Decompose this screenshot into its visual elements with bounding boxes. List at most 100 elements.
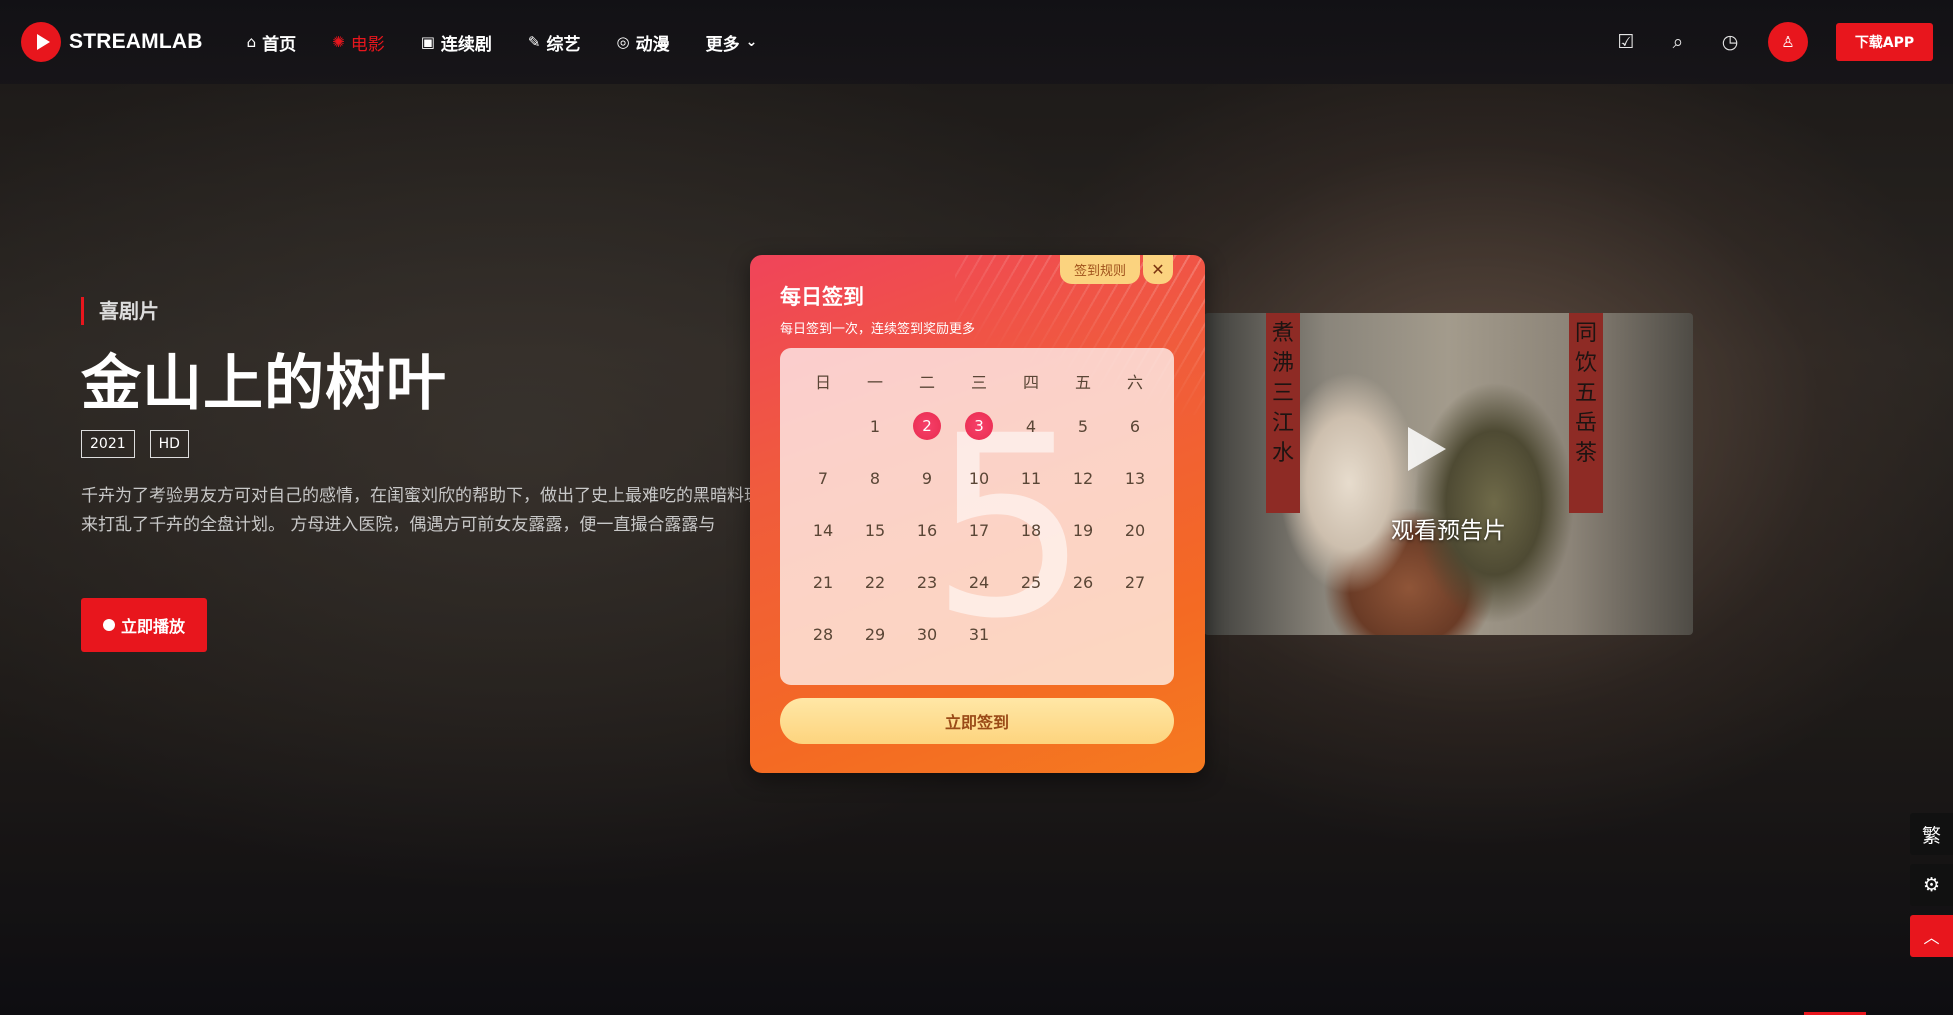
- history-icon[interactable]: ◷: [1704, 31, 1756, 53]
- header-tools: ☑ ⌕ ◷ ♙ 下载APP: [1600, 0, 1953, 84]
- calendar-day: 12: [1057, 469, 1109, 488]
- calendar-day-number: 28: [812, 624, 834, 644]
- play-now-button[interactable]: 立即播放: [81, 598, 207, 652]
- traditional-chinese-button[interactable]: 繁: [1910, 813, 1953, 855]
- weekday-label: 五: [1074, 373, 1091, 392]
- poster-banner-text: 煮沸三江水: [1271, 321, 1294, 466]
- calendar-day-number: 12: [1072, 468, 1094, 488]
- play-triangle-icon[interactable]: [1408, 427, 1446, 471]
- nav-item-more[interactable]: 更多 ⌄: [706, 30, 758, 55]
- calendar-day: 31: [953, 625, 1005, 644]
- pen-icon: ✎: [527, 33, 541, 51]
- modal-subtitle: 每日签到一次，连续签到奖励更多: [780, 322, 976, 337]
- calendar-day-number: 5: [1077, 416, 1089, 436]
- year-tag: 2021: [81, 430, 135, 458]
- film-reel-icon: ✺: [332, 33, 345, 51]
- calendar-day-number: 8: [869, 468, 881, 488]
- calendar-week-row: 7 8 9 10 11 12 13: [780, 452, 1174, 504]
- user-icon[interactable]: ♙: [1768, 22, 1808, 62]
- mascot-icon: ◎: [616, 33, 630, 51]
- calendar-day-signed: 3: [953, 412, 1005, 440]
- home-icon: ⌂: [246, 33, 257, 51]
- weekday-label: 日: [814, 373, 831, 392]
- calendar-day-number: 21: [812, 572, 834, 592]
- calendar-day: 26: [1057, 573, 1109, 592]
- calendar-day: 18: [1005, 521, 1057, 540]
- weekday-label: 四: [1022, 373, 1039, 392]
- nav-item-label: 更多: [705, 34, 740, 55]
- calendar-day: 4: [1005, 417, 1057, 436]
- calendar-day-signed: 2: [901, 412, 953, 440]
- close-icon[interactable]: ✕: [1143, 255, 1173, 284]
- modal-title: 每日签到: [780, 285, 864, 309]
- calendar-day-number: 27: [1124, 572, 1146, 592]
- calendar-day-number: 26: [1072, 572, 1094, 592]
- calendar-day-number: 18: [1020, 520, 1042, 540]
- tv-icon: ▣: [420, 33, 435, 51]
- play-now-label: 立即播放: [120, 617, 185, 636]
- nav-item-home[interactable]: ⌂ 首页: [247, 30, 297, 55]
- poster-banner-text: 同饮五岳茶: [1574, 321, 1597, 466]
- movie-title: 金山上的树叶: [81, 349, 447, 419]
- calendar-day-number: 16: [916, 520, 938, 540]
- calendar-day: 21: [797, 573, 849, 592]
- nav-item-variety[interactable]: ✎ 综艺: [528, 30, 581, 55]
- weekday-label: 二: [918, 373, 935, 392]
- trailer-thumbnail[interactable]: 煮沸三江水 同饮五岳茶 观看预告片: [1204, 313, 1693, 635]
- play-icon: [102, 619, 115, 631]
- checkin-rules-button[interactable]: 签到规则: [1060, 255, 1140, 284]
- calendar-day-number: 25: [1020, 572, 1042, 592]
- calendar-week-row: 123 4 5 6: [780, 400, 1174, 452]
- nav-item-anime[interactable]: ◎ 动漫: [617, 30, 670, 55]
- checkin-icon[interactable]: ☑: [1600, 31, 1652, 53]
- back-to-top-icon[interactable]: ︿: [1910, 915, 1953, 957]
- calendar-day: 17: [953, 521, 1005, 540]
- settings-icon[interactable]: ⚙: [1910, 864, 1953, 906]
- main-nav: ⌂ 首页 ✺ 电影 ▣ 连续剧 ✎ 综艺 ◎ 动漫 更多 ⌄: [247, 30, 794, 55]
- checkin-calendar: 5 日 一 二 三 四 五 六 1 2 3 4 5 6 7 8 9 10 11 12 13 14 15 16 1…: [780, 348, 1174, 685]
- calendar-day: 9: [901, 469, 953, 488]
- weekday-label: 一: [866, 373, 883, 392]
- calendar-day: 6: [1109, 417, 1161, 436]
- checkin-now-button[interactable]: 立即签到: [780, 698, 1174, 744]
- logo[interactable]: STREAMLAB: [21, 22, 203, 62]
- nav-item-series[interactable]: ▣ 连续剧: [421, 30, 492, 55]
- calendar-day: 28: [797, 625, 849, 644]
- download-app-button[interactable]: 下载APP: [1836, 23, 1933, 61]
- quality-tag: HD: [149, 430, 189, 458]
- nav-item-label: 首页: [262, 34, 297, 55]
- calendar-day-number: 20: [1124, 520, 1146, 540]
- calendar-day-number: 3: [965, 412, 993, 440]
- calendar-day-number: 31: [968, 624, 990, 644]
- weekday-header: 日 一 二 三 四 五 六: [780, 362, 1174, 400]
- description-line: 千卉为了考验男友方可对自己的感情，在闺蜜刘欣的帮助下，做出了史上最难吃的黑暗料理…: [81, 486, 761, 506]
- poster-banner-right: 同饮五岳茶: [1569, 313, 1603, 513]
- checkin-modal: 每日签到 每日签到一次，连续签到奖励更多 签到规则 ✕ 5 日 一 二 三 四 …: [750, 255, 1205, 773]
- calendar-day: 13: [1109, 469, 1161, 488]
- calendar-day-number: 2: [913, 412, 941, 440]
- nav-item-label: 综艺: [546, 34, 581, 55]
- calendar-day-number: 9: [921, 468, 933, 488]
- calendar-day-number: 11: [1020, 468, 1042, 488]
- poster-banner-left: 煮沸三江水: [1266, 313, 1300, 513]
- nav-item-movies[interactable]: ✺ 电影: [332, 30, 385, 55]
- description-line: 来打乱了千卉的全盘计划。 方母进入医院，偶遇方可前女友露露，便一直撮合露露与: [81, 515, 716, 535]
- chevron-down-icon: ⌄: [745, 34, 758, 50]
- calendar-day-number: 15: [864, 520, 886, 540]
- movie-description: 千卉为了考验男友方可对自己的感情，在闺蜜刘欣的帮助下，做出了史上最难吃的黑暗料理…: [81, 482, 761, 540]
- calendar-day: 15: [849, 521, 901, 540]
- calendar-week-row: 14 15 16 17 18 19 20: [780, 504, 1174, 556]
- calendar-grid: 日 一 二 三 四 五 六 1 2 3 4 5 6 7 8 9 10 11 12 13 14 15 16 17 1…: [780, 348, 1174, 660]
- calendar-day-number: 13: [1124, 468, 1146, 488]
- calendar-day: 19: [1057, 521, 1109, 540]
- calendar-day: 23: [901, 573, 953, 592]
- calendar-day: 16: [901, 521, 953, 540]
- calendar-day: 14: [797, 521, 849, 540]
- calendar-day-number: 7: [817, 468, 829, 488]
- nav-item-label: 连续剧: [440, 34, 492, 55]
- calendar-day-number: 23: [916, 572, 938, 592]
- watch-trailer-label: 观看预告片: [1391, 518, 1506, 544]
- search-icon[interactable]: ⌕: [1652, 31, 1704, 53]
- calendar-day: 1: [849, 417, 901, 436]
- calendar-day-number: 4: [1025, 416, 1037, 436]
